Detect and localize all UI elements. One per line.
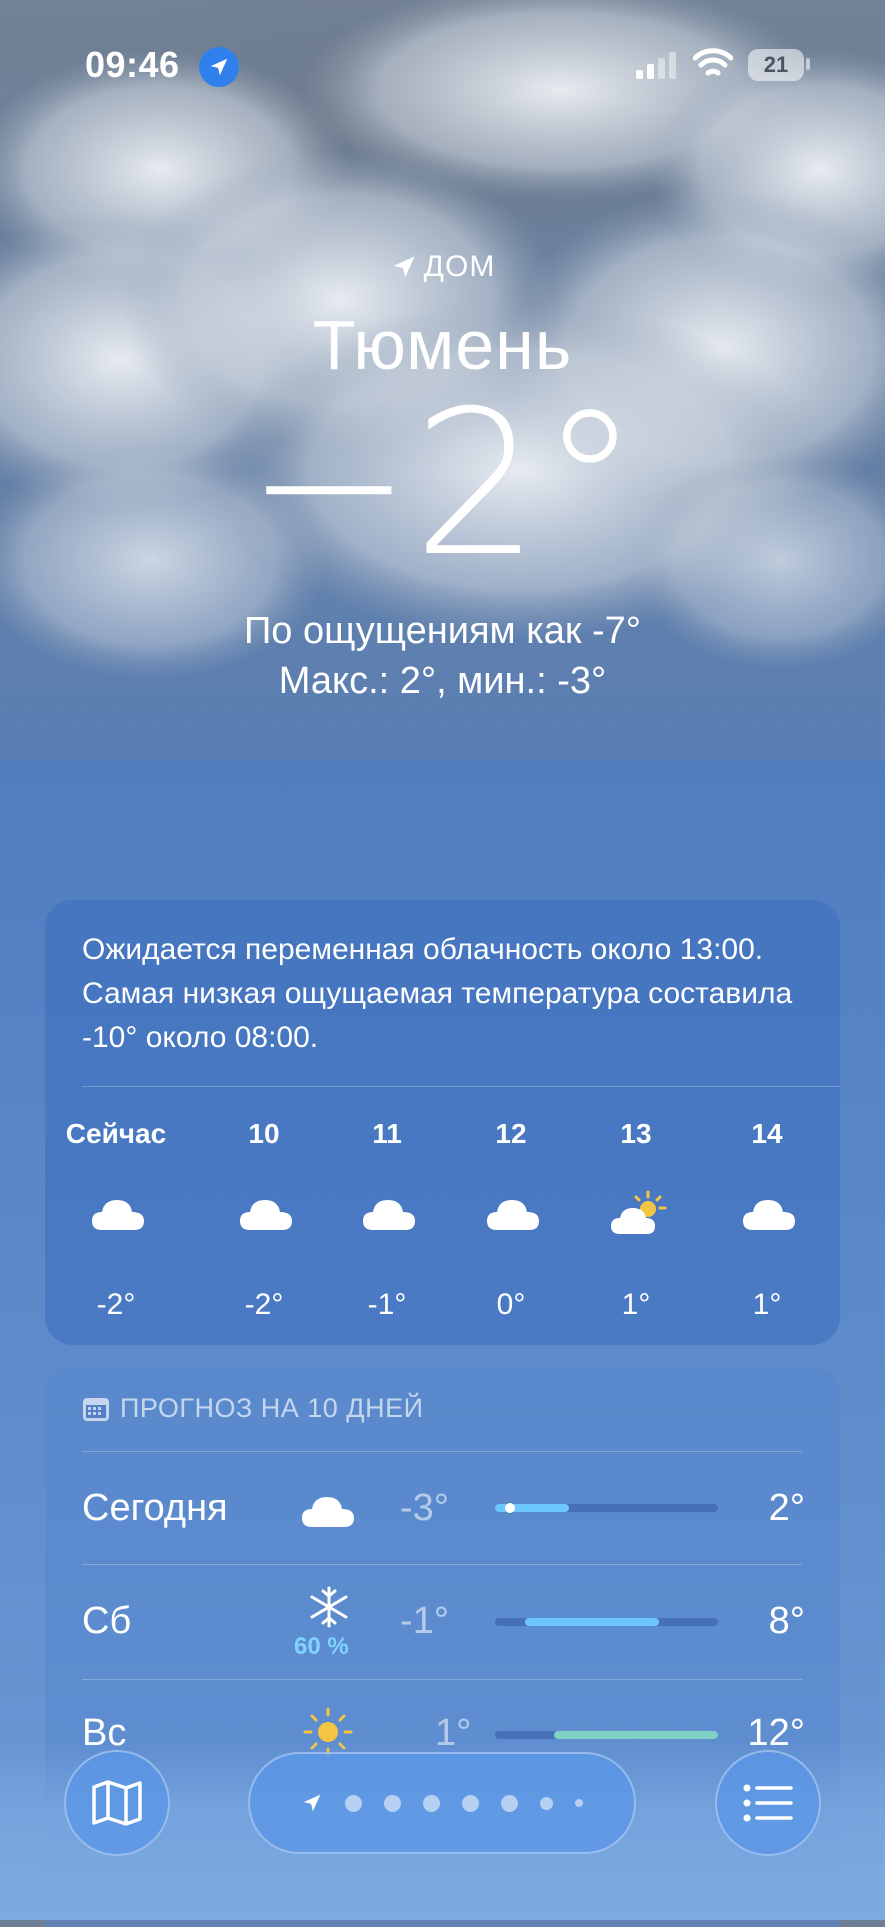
cloud-icon: [363, 1200, 415, 1230]
hour-label: 12: [495, 1118, 527, 1149]
page-dot: [575, 1799, 583, 1807]
locations-list-button[interactable]: [715, 1750, 821, 1856]
list-icon: [743, 1784, 793, 1822]
forecast-low: -3°: [400, 1487, 449, 1529]
location-active-icon: [199, 47, 239, 87]
divider: [82, 1564, 802, 1565]
cloud-icon: [487, 1200, 539, 1230]
hour-temp: 1°: [752, 1288, 782, 1321]
hour-label: 14: [751, 1118, 783, 1149]
divider: [82, 1451, 802, 1452]
cellular-signal-icon: [636, 52, 676, 79]
hourly-forecast-card[interactable]: Ожидается переменная облачность около 13…: [45, 900, 840, 1345]
home-label-text: ДОМ: [423, 250, 496, 283]
temp-range-fill: [524, 1618, 659, 1626]
temp-range-bar: [495, 1618, 718, 1626]
precipitation-chance: 60 %: [294, 1633, 349, 1660]
location-arrow-icon: [393, 256, 415, 278]
current-temperature: −2°: [245, 368, 640, 601]
temp-range-bar: [495, 1731, 718, 1739]
page-dot: [423, 1794, 440, 1812]
forecast-high: 8°: [768, 1600, 805, 1642]
hour-temp: 1°: [621, 1288, 651, 1321]
hour-temp: -2°: [96, 1288, 136, 1321]
map-icon: [92, 1780, 142, 1826]
status-time: 09:46: [85, 44, 180, 85]
divider: [82, 1679, 802, 1680]
hour-label: 13: [620, 1118, 652, 1149]
temp-range-fill: [554, 1731, 718, 1739]
temp-range-bar: [495, 1503, 718, 1513]
cloud-icon: [92, 1200, 144, 1230]
battery-cap: [806, 58, 810, 70]
cloud-icon: [240, 1200, 292, 1230]
current-location-page-icon: [303, 1794, 321, 1812]
hour-temp: 0°: [496, 1288, 526, 1321]
location-header: ДОМ: [0, 250, 885, 284]
forecast-day-label: Сегодня: [82, 1487, 228, 1529]
cloud-icon: [743, 1200, 795, 1230]
hour-label: 10: [248, 1118, 280, 1149]
hour-label: Сейчас: [65, 1118, 167, 1149]
home-location-label: ДОМ: [0, 250, 885, 284]
page-dot: [540, 1796, 553, 1810]
forecast-header: ПРОГНОЗ НА 10 ДНЕЙ: [82, 1393, 424, 1424]
page-dot: [345, 1794, 362, 1812]
forecast-high: 2°: [768, 1487, 805, 1529]
forecast-summary: Ожидается переменная облачность около 13…: [82, 933, 793, 1054]
forecast-title: ПРОГНОЗ НА 10 ДНЕЙ: [120, 1393, 424, 1423]
min-max-text: Макс.: 2°, мин.: -3°: [278, 660, 607, 702]
map-button[interactable]: [64, 1750, 170, 1856]
cloud-icon: [302, 1497, 354, 1527]
forecast-day-label: Сб: [82, 1600, 132, 1642]
current-temp-dot: [504, 1503, 515, 1513]
battery-indicator: 21: [748, 49, 804, 81]
calendar-icon: [83, 1397, 109, 1421]
status-bar: 09:46 21: [0, 0, 885, 120]
hour-temp: -1°: [367, 1288, 407, 1321]
partly-sunny-icon: [611, 1190, 667, 1234]
forecast-low: -1°: [400, 1600, 449, 1642]
snowflake-icon: [310, 1586, 348, 1628]
page-dot: [501, 1794, 518, 1812]
hour-label: 11: [372, 1118, 402, 1149]
hour-temp: -2°: [244, 1288, 284, 1321]
page-dot: [384, 1794, 401, 1812]
feels-like-text: По ощущениям как -7°: [243, 610, 642, 652]
page-dot: [462, 1794, 479, 1812]
wifi-icon: [693, 48, 733, 76]
divider: [82, 1086, 840, 1087]
location-page-indicator[interactable]: [248, 1752, 636, 1854]
